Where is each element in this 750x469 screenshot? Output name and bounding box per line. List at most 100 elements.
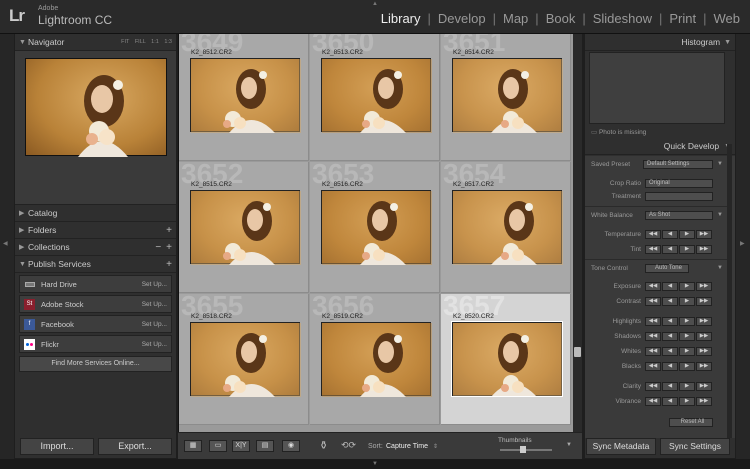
grid-scrollbar-thumb[interactable] — [574, 347, 581, 357]
histogram-header[interactable]: Histogram ▼ — [585, 34, 735, 51]
step-button-0[interactable]: ◀◀ — [645, 382, 661, 391]
thumbnail-size-slider[interactable] — [500, 449, 552, 451]
step-button-1[interactable]: ◀ — [662, 397, 678, 406]
publish-service-hard-drive[interactable]: Hard Drive Set Up... — [19, 275, 172, 293]
navigator-zoom-3[interactable]: 1:3 — [164, 39, 172, 45]
step-button-0[interactable]: ◀◀ — [645, 347, 661, 356]
panel-catalog[interactable]: ▶ Catalog — [15, 205, 176, 222]
navigator-zoom-options[interactable]: FIT FILL 1:1 1:3 — [121, 39, 172, 45]
step-button-3[interactable]: ▶▶ — [696, 382, 712, 391]
top-panel-toggle-icon[interactable]: ▲ — [372, 1, 378, 7]
photo-thumbnail[interactable] — [190, 190, 301, 265]
module-book[interactable]: Book — [544, 11, 578, 26]
add-icon[interactable]: + — [166, 242, 172, 253]
export-button[interactable]: Export... — [98, 438, 172, 455]
step-button-3[interactable]: ▶▶ — [696, 297, 712, 306]
thumbnail-size-slider-handle[interactable] — [520, 446, 526, 453]
step-button-1[interactable]: ◀ — [662, 332, 678, 341]
step-button-1[interactable]: ◀ — [662, 347, 678, 356]
white-balance-select[interactable]: As Shot — [645, 211, 713, 220]
grid-cell[interactable]: 3655 K2_8518.CR2 — [179, 294, 309, 425]
step-button-3[interactable]: ▶▶ — [696, 332, 712, 341]
navigator-zoom-0[interactable]: FIT — [121, 39, 129, 45]
step-button-0[interactable]: ◀◀ — [645, 317, 661, 326]
quick-develop-header[interactable]: Quick Develop ▼ — [585, 138, 735, 155]
rotate-icon[interactable]: ⟲⟳ — [341, 440, 356, 451]
publish-service-adobe-stock[interactable]: St Adobe Stock Set Up... — [19, 295, 172, 313]
grid-cell[interactable]: 3656 K2_8519.CR2 — [310, 294, 440, 425]
spray-can-icon[interactable]: ⚱ — [319, 439, 328, 452]
add-publish-service-icon[interactable]: + — [166, 259, 172, 270]
grid-cell[interactable]: 3650 K2_8513.CR2 — [310, 34, 440, 161]
grid-cell[interactable]: 3651 K2_8514.CR2 — [441, 34, 571, 161]
grid-cell[interactable]: 3654 K2_8517.CR2 — [441, 162, 571, 293]
step-button-0[interactable]: ◀◀ — [645, 362, 661, 371]
crop-ratio-select[interactable]: Original — [645, 179, 713, 188]
panel-folders[interactable]: ▶ Folders + — [15, 222, 176, 239]
photo-thumbnail[interactable] — [190, 322, 301, 397]
sort-value[interactable]: Capture Time — [386, 443, 428, 450]
reset-all-button[interactable]: Reset All — [669, 418, 713, 427]
step-button-2[interactable]: ▶ — [679, 397, 695, 406]
collapse-minus-icon[interactable]: − — [155, 242, 161, 253]
people-view-icon[interactable]: ◉ — [282, 440, 300, 452]
photo-thumbnail[interactable] — [321, 322, 432, 397]
step-button-3[interactable]: ▶▶ — [696, 397, 712, 406]
step-button-3[interactable]: ▶▶ — [696, 282, 712, 291]
collapse-triangle-icon[interactable]: ▼ — [717, 265, 723, 271]
step-button-2[interactable]: ▶ — [679, 362, 695, 371]
loupe-view-icon[interactable]: ▭ — [209, 440, 227, 452]
step-button-1[interactable]: ◀ — [662, 297, 678, 306]
sort-dropdown-icon[interactable]: ⇕ — [433, 443, 438, 450]
step-button-1[interactable]: ◀ — [662, 362, 678, 371]
step-button-1[interactable]: ◀ — [662, 282, 678, 291]
step-button-2[interactable]: ▶ — [679, 382, 695, 391]
right-panel-toggle-icon[interactable]: ▶ — [740, 240, 745, 247]
right-panel-scrollbar[interactable] — [727, 144, 732, 438]
navigator-zoom-1[interactable]: FILL — [135, 39, 146, 45]
module-web[interactable]: Web — [712, 11, 743, 26]
step-button-1[interactable]: ◀ — [662, 245, 678, 254]
panel-collections[interactable]: ▶ Collections − + — [15, 239, 176, 256]
compare-view-icon[interactable]: X|Y — [232, 440, 250, 452]
step-button-3[interactable]: ▶▶ — [696, 362, 712, 371]
module-slideshow[interactable]: Slideshow — [591, 11, 654, 26]
step-button-0[interactable]: ◀◀ — [645, 297, 661, 306]
navigator-header[interactable]: ▼ Navigator FIT FILL 1:1 1:3 — [15, 34, 176, 51]
publish-service-facebook[interactable]: f Facebook Set Up... — [19, 315, 172, 333]
grid-cell[interactable]: 3649 K2_8512.CR2 — [179, 34, 309, 161]
module-library[interactable]: Library — [379, 11, 423, 26]
step-button-0[interactable]: ◀◀ — [645, 332, 661, 341]
step-button-2[interactable]: ▶ — [679, 282, 695, 291]
step-button-1[interactable]: ◀ — [662, 382, 678, 391]
module-print[interactable]: Print — [667, 11, 698, 26]
find-more-services-button[interactable]: Find More Services Online... — [19, 356, 172, 372]
toolbar-menu-chevron-icon[interactable]: ▼ — [566, 442, 572, 448]
add-icon[interactable]: + — [166, 225, 172, 236]
publish-services-header[interactable]: ▼ Publish Services + — [15, 256, 176, 273]
photo-thumbnail[interactable] — [321, 58, 432, 133]
grid-cell[interactable]: 3653 K2_8516.CR2 — [310, 162, 440, 293]
step-button-2[interactable]: ▶ — [679, 245, 695, 254]
navigator-preview[interactable] — [15, 51, 176, 205]
step-button-3[interactable]: ▶▶ — [696, 245, 712, 254]
step-button-1[interactable]: ◀ — [662, 230, 678, 239]
grid-cell[interactable]: 3652 K2_8515.CR2 — [179, 162, 309, 293]
setup-link[interactable]: Set Up... — [142, 321, 167, 328]
step-button-1[interactable]: ◀ — [662, 317, 678, 326]
step-button-2[interactable]: ▶ — [679, 230, 695, 239]
filmstrip-toggle-icon[interactable]: ▼ — [372, 461, 378, 467]
grid-view-icon[interactable]: ▦ — [184, 440, 202, 452]
step-button-0[interactable]: ◀◀ — [645, 282, 661, 291]
setup-link[interactable]: Set Up... — [142, 281, 167, 288]
module-map[interactable]: Map — [501, 11, 530, 26]
publish-service-flickr[interactable]: Flickr Set Up... — [19, 335, 172, 353]
photo-thumbnail[interactable] — [451, 321, 563, 397]
left-panel-toggle-icon[interactable]: ◀ — [3, 240, 8, 247]
module-develop[interactable]: Develop — [436, 11, 488, 26]
setup-link[interactable]: Set Up... — [142, 341, 167, 348]
step-button-0[interactable]: ◀◀ — [645, 245, 661, 254]
navigator-zoom-2[interactable]: 1:1 — [151, 39, 159, 45]
step-button-2[interactable]: ▶ — [679, 332, 695, 341]
grid-cell[interactable]: 3657 K2_8520.CR2 — [441, 294, 571, 425]
